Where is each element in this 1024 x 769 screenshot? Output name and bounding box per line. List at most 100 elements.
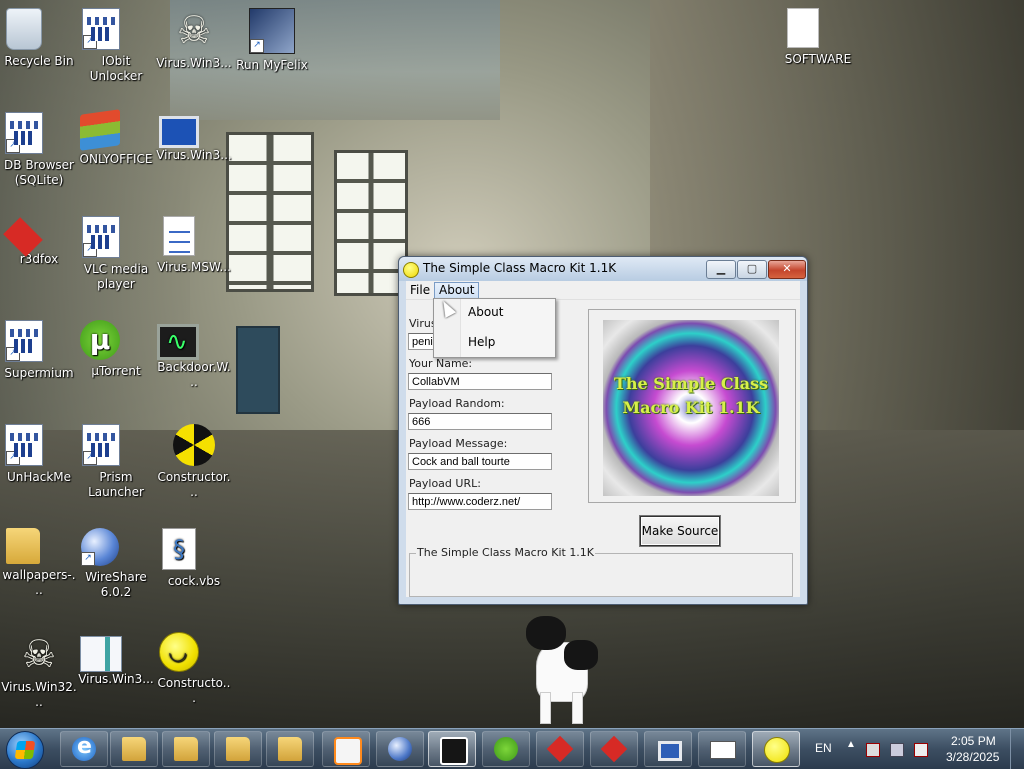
language-indicator[interactable]: EN — [815, 741, 832, 755]
desktop-icon-db-browser[interactable]: ↗ DB Browser (SQLite) — [1, 112, 77, 188]
shortcut-arrow-icon: ↗ — [83, 35, 97, 49]
payload-message-input[interactable] — [408, 453, 552, 470]
window-titlebar[interactable]: The Simple Class Macro Kit 1.1K ▁ ▢ ✕ — [399, 257, 807, 281]
desktop-cat-pet[interactable] — [520, 612, 612, 724]
cat-leg — [540, 692, 551, 724]
clock-time[interactable]: 2:05 PM — [951, 734, 996, 748]
icon-label: Virus.Win3... — [156, 148, 232, 162]
skull-icon: ☠ — [176, 8, 212, 52]
taskbar-globe[interactable] — [376, 731, 424, 767]
desktop-icon-recycle-bin[interactable]: Recycle Bin — [1, 8, 77, 69]
taskbar-folder-1[interactable] — [110, 731, 158, 767]
icon-label: Recycle Bin — [4, 54, 74, 68]
desktop-icon-cock-vbs[interactable]: § cock.vbs — [156, 528, 232, 589]
your-name-input[interactable] — [408, 373, 552, 390]
app-icon: ↗ — [5, 424, 43, 466]
payload-message-label: Payload Message: — [409, 437, 508, 450]
desktop-icon-virus-win32-skull[interactable]: ☠ Virus.Win32... — [1, 632, 77, 710]
desktop-icon-supermium[interactable]: ↗ Supermium — [1, 320, 77, 381]
volume-muted-icon[interactable] — [914, 743, 928, 757]
clock-date[interactable]: 3/28/2025 — [946, 750, 999, 764]
logo-frame: The Simple Class Macro Kit 1.1K — [588, 309, 796, 503]
menu-item-about[interactable]: About — [468, 305, 503, 319]
shortcut-arrow-icon: ↗ — [6, 451, 20, 465]
utorrent-icon — [494, 737, 518, 761]
icon-label: DB Browser (SQLite) — [4, 158, 74, 187]
taskbar-cat[interactable] — [428, 731, 476, 767]
maximize-button[interactable]: ▢ — [737, 260, 767, 279]
minimize-button[interactable]: ▁ — [706, 260, 736, 279]
cat-leg — [572, 692, 583, 724]
taskbar-folder-3[interactable] — [214, 731, 262, 767]
desktop-icon-r3dfox[interactable]: r3dfox — [1, 216, 77, 267]
taskbar-media-player[interactable] — [322, 731, 370, 767]
cat-head — [526, 616, 566, 650]
desktop-icon-iobit-unlocker[interactable]: ↗ IObit Unlocker — [78, 8, 154, 84]
desktop-icon-prism-launcher[interactable]: ↗ Prism Launcher — [78, 424, 154, 500]
script-icon: § — [162, 528, 196, 570]
desktop-icon-virus-win3-skull[interactable]: ☠ Virus.Win3... — [156, 8, 232, 71]
make-source-button[interactable]: Make Source — [640, 516, 720, 546]
desktop-icon-vlc-media-player[interactable]: ↗ VLC media player — [78, 216, 154, 292]
r3dfox-icon — [546, 735, 574, 763]
wallpaper-window — [226, 132, 314, 292]
desktop-icon-virus-msw[interactable]: Virus.MSW... — [156, 216, 232, 275]
desktop-icon-virus-win3-computer[interactable]: Virus.Win3... — [156, 112, 232, 163]
icon-label: r3dfox — [19, 252, 59, 266]
utorrent-icon: µ — [80, 320, 120, 360]
taskbar-utorrent[interactable] — [482, 731, 530, 767]
payload-random-label: Payload Random: — [409, 397, 505, 410]
media-player-icon — [334, 737, 362, 765]
desktop-icon-constructor-radiation[interactable]: Constructor... — [156, 424, 232, 500]
taskbar-r3dfox-1[interactable] — [536, 731, 584, 767]
computer-icon — [658, 741, 682, 761]
your-name-label: Your Name: — [409, 357, 473, 370]
webpage-icon — [80, 636, 122, 672]
desktop-icon-run-myfelix[interactable]: ↗ Run MyFelix — [234, 8, 310, 73]
desktop-icon-utorrent[interactable]: µ µTorrent — [78, 320, 154, 379]
close-button[interactable]: ✕ — [768, 260, 806, 279]
desktop-icon-constructor-smiley[interactable]: Constructo... — [156, 632, 232, 706]
wallpaper-window — [334, 150, 408, 296]
folder-icon — [6, 528, 40, 564]
taskbar-ie[interactable] — [60, 731, 108, 767]
shortcut-arrow-icon: ↗ — [83, 451, 97, 465]
desktop-icon-onlyoffice[interactable]: ONLYOFFICE — [78, 109, 154, 167]
cat-patch — [564, 640, 598, 670]
desktop-icon-wireshare[interactable]: ↗ WireShare 6.0.2 — [78, 528, 154, 600]
taskbar-macro-kit[interactable] — [752, 731, 800, 767]
desktop-icon-wallpapers-folder[interactable]: wallpapers-... — [1, 528, 77, 598]
desktop-icon-virus-win3-webpage[interactable]: Virus.Win3... — [78, 632, 154, 687]
payload-random-input[interactable] — [408, 413, 552, 430]
groupbox-title: The Simple Class Macro Kit 1.1K — [416, 546, 596, 559]
status-groupbox: The Simple Class Macro Kit 1.1K — [409, 546, 793, 597]
window-title: The Simple Class Macro Kit 1.1K — [423, 261, 617, 275]
document-icon — [163, 216, 195, 256]
taskbar-r3dfox-2[interactable] — [590, 731, 638, 767]
app-icon: ↗ — [5, 320, 43, 362]
icon-label: IObit Unlocker — [89, 54, 143, 83]
icon-label: ONLYOFFICE — [79, 152, 153, 166]
taskbar-computer[interactable] — [644, 731, 692, 767]
menu-item-help[interactable]: Help — [468, 335, 495, 349]
oscilloscope-icon — [157, 324, 199, 360]
taskbar-mail[interactable] — [698, 731, 746, 767]
start-button[interactable] — [6, 731, 44, 769]
icon-label: Prism Launcher — [88, 470, 144, 499]
network-icon[interactable] — [890, 743, 904, 757]
payload-url-input[interactable] — [408, 493, 552, 510]
show-hidden-icons-icon[interactable]: ▲ — [846, 739, 856, 750]
desktop-icon-software[interactable]: SOFTWARE — [780, 8, 856, 67]
taskbar-folder-download[interactable] — [266, 731, 314, 767]
macro-kit-logo: The Simple Class Macro Kit 1.1K — [603, 320, 779, 496]
menu-file[interactable]: File — [406, 282, 434, 298]
taskbar: EN ▲ 2:05 PM 3/28/2025 — [0, 728, 1024, 769]
wallpaper-door — [236, 326, 280, 414]
show-desktop-button[interactable] — [1010, 729, 1024, 769]
desktop-icon-unhackme[interactable]: ↗ UnHackMe — [1, 424, 77, 485]
desktop-icon-backdoor-w[interactable]: Backdoor.W... — [156, 320, 232, 390]
file-icon — [787, 8, 819, 48]
taskbar-folder-2[interactable] — [162, 731, 210, 767]
action-center-icon[interactable] — [866, 743, 880, 757]
icon-label: Constructo... — [157, 676, 231, 705]
